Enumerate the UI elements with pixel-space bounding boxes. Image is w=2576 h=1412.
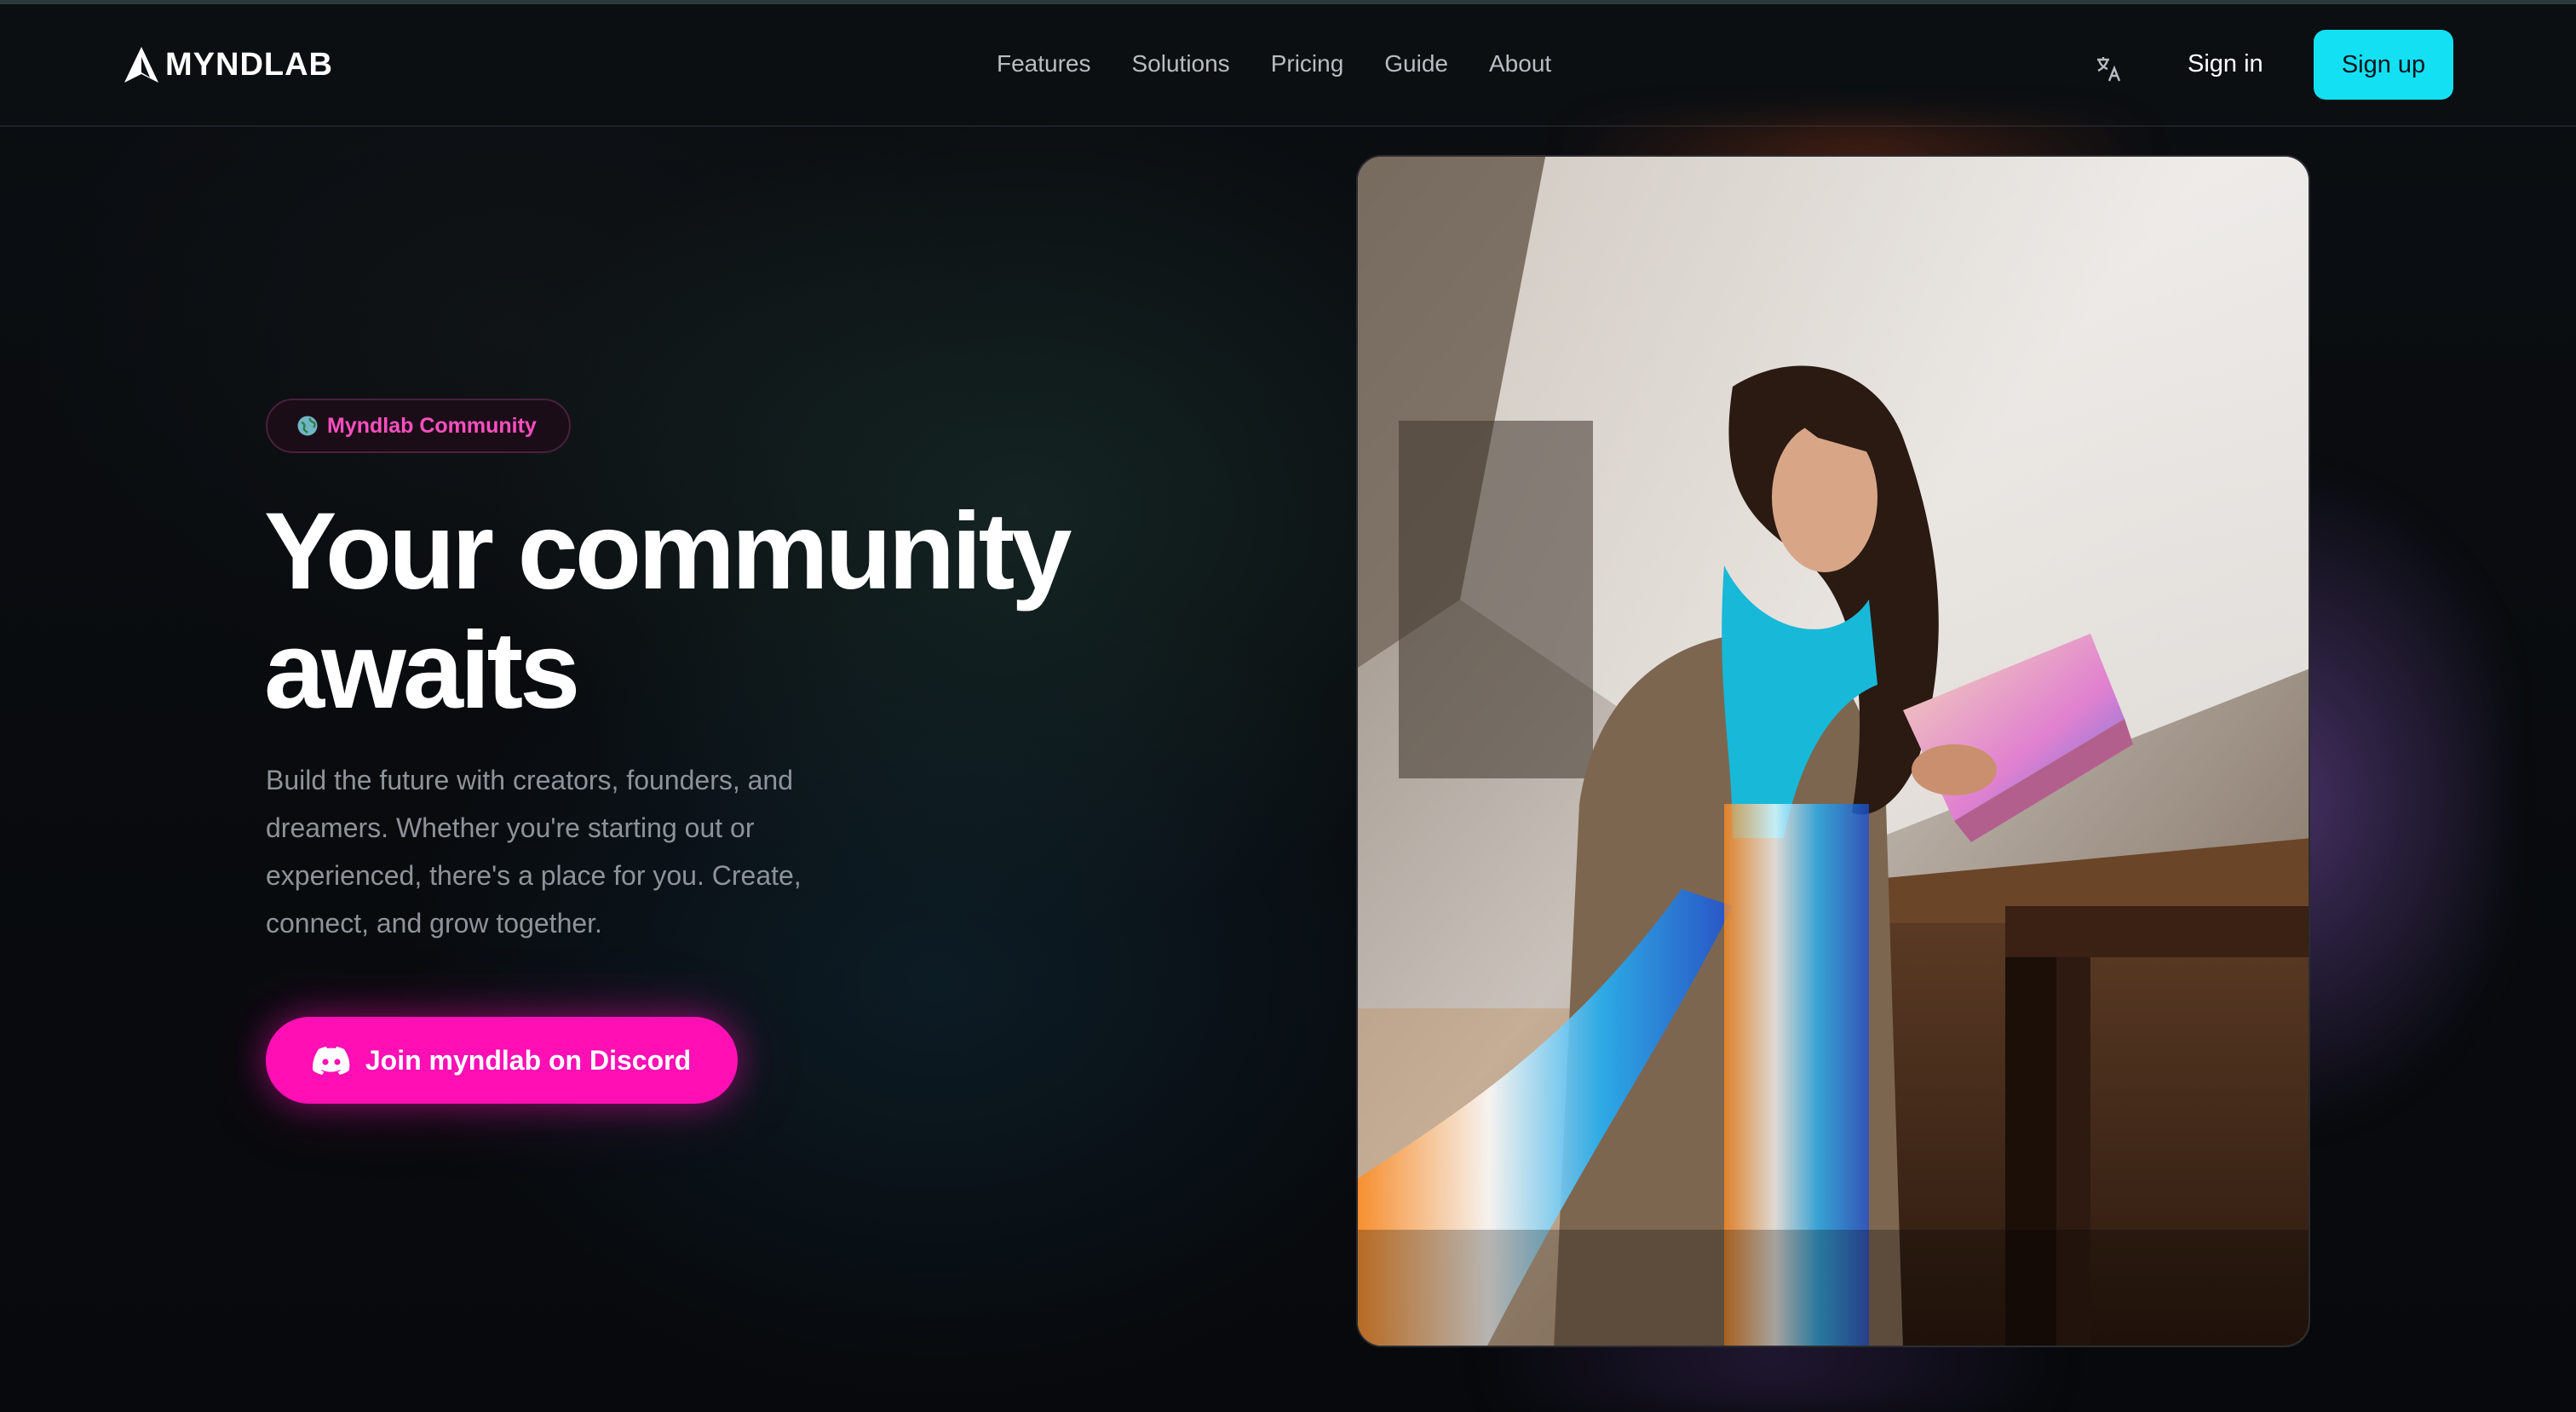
join-discord-button[interactable]: Join myndlab on Discord — [266, 1017, 738, 1104]
logo[interactable]: MYNDLAB — [123, 43, 333, 86]
nav-features[interactable]: Features — [997, 50, 1091, 77]
globe-icon — [297, 416, 318, 436]
hero-photo-illustration — [1358, 157, 2309, 1346]
sign-up-button[interactable]: Sign up — [2314, 30, 2453, 100]
hero-photo — [1356, 155, 2310, 1347]
sign-in-link[interactable]: Sign in — [2188, 50, 2263, 78]
logo-mark-icon — [124, 47, 158, 83]
hero-description: Build the future with creators, founders… — [266, 765, 802, 938]
community-badge: Myndlab Community — [266, 399, 571, 453]
nav-guide[interactable]: Guide — [1384, 50, 1448, 77]
translate-icon — [2097, 57, 2121, 82]
translate-button[interactable] — [2092, 52, 2126, 86]
hero-title: Your community awaits — [264, 492, 1116, 731]
nav-solutions[interactable]: Solutions — [1132, 50, 1230, 77]
hero-title-line-2: awaits — [264, 610, 580, 732]
join-discord-label: Join myndlab on Discord — [365, 1044, 692, 1076]
badge-label: Myndlab Community — [327, 413, 537, 438]
hero-title-line-1: Your community — [264, 491, 1072, 612]
site-header: MYNDLAB Features Solutions Pricing Guide… — [0, 4, 2576, 127]
nav-pricing[interactable]: Pricing — [1271, 50, 1344, 77]
page: MYNDLAB Features Solutions Pricing Guide… — [0, 0, 2576, 1412]
discord-icon — [312, 1047, 350, 1075]
main-nav: Features Solutions Pricing Guide About — [997, 50, 1551, 77]
logo-text: MYNDLAB — [165, 46, 333, 83]
nav-about[interactable]: About — [1489, 50, 1551, 77]
